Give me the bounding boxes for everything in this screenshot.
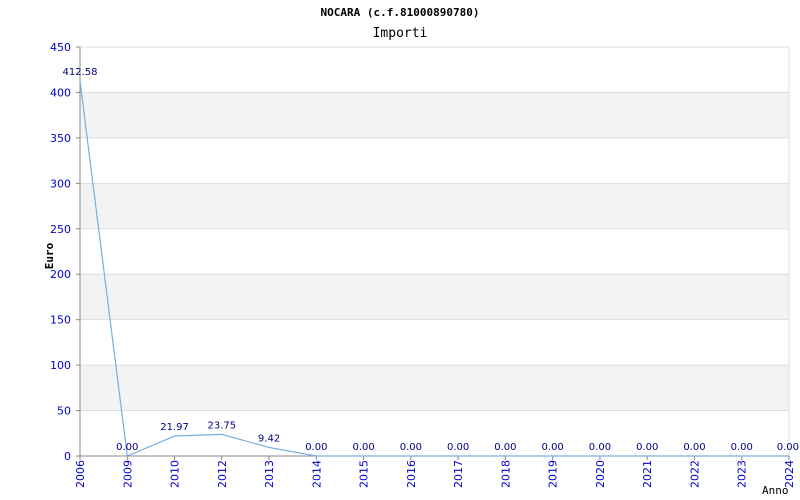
chart-subtitle: Importi — [373, 26, 428, 41]
data-label: 0.00 — [447, 442, 469, 453]
x-tick-label: 2022 — [688, 460, 701, 488]
x-tick-label: 2021 — [641, 460, 654, 488]
data-label: 0.00 — [352, 442, 374, 453]
data-label: 0.00 — [636, 442, 658, 453]
y-tick-label: 150 — [50, 314, 71, 327]
line-chart: 050100150200250300350400450 2006 2009 2010… — [43, 6, 799, 497]
x-axis-label: Anno — [762, 484, 789, 497]
x-tick-label: 2023 — [736, 460, 749, 488]
x-tick-label: 2020 — [594, 460, 607, 488]
grid-bands — [80, 92, 789, 411]
x-tick-label: 2013 — [263, 460, 276, 488]
grid-band — [80, 274, 789, 320]
data-label: 0.00 — [116, 442, 138, 453]
x-tick-label: 2018 — [499, 460, 512, 488]
y-axis-label: Euro — [43, 242, 56, 269]
y-tick-label: 300 — [50, 177, 71, 190]
data-label: 0.00 — [683, 442, 705, 453]
data-label: 21.97 — [160, 422, 189, 433]
grid-band — [80, 183, 789, 229]
x-tick-label: 2016 — [405, 460, 418, 488]
y-tick-label: 350 — [50, 132, 71, 145]
y-tick-label: 400 — [50, 86, 71, 99]
y-tick-label: 100 — [50, 359, 71, 372]
x-tick-label: 2014 — [310, 460, 323, 488]
x-tick-label: 2017 — [452, 460, 465, 488]
x-tick-labels: 2006 2009 2010 2012 2013 2014 2015 2016 2017 2018… — [74, 456, 796, 488]
data-label: 412.58 — [63, 67, 98, 78]
data-label: 23.75 — [207, 420, 236, 431]
data-label: 9.42 — [258, 433, 280, 444]
y-tick-label: 50 — [57, 405, 71, 418]
data-label: 0.00 — [777, 442, 799, 453]
grid-band — [80, 92, 789, 138]
data-label: 0.00 — [589, 442, 611, 453]
data-label: 0.00 — [542, 442, 564, 453]
x-tick-label: 2012 — [216, 460, 229, 488]
y-tick-label: 450 — [50, 41, 71, 54]
x-tick-label: 2010 — [169, 460, 182, 488]
data-label: 0.00 — [305, 442, 327, 453]
x-tick-label: 2015 — [358, 460, 371, 488]
data-label: 0.00 — [731, 442, 753, 453]
x-tick-label: 2009 — [121, 460, 134, 488]
x-tick-label: 2019 — [547, 460, 560, 488]
data-label: 0.00 — [494, 442, 516, 453]
y-tick-label: 0 — [64, 450, 71, 463]
grid-band — [80, 365, 789, 411]
x-tick-label: 2006 — [74, 460, 87, 488]
y-tick-label: 250 — [50, 223, 71, 236]
data-label: 0.00 — [400, 442, 422, 453]
chart-title: NOCARA (c.f.81000890780) — [321, 6, 480, 19]
